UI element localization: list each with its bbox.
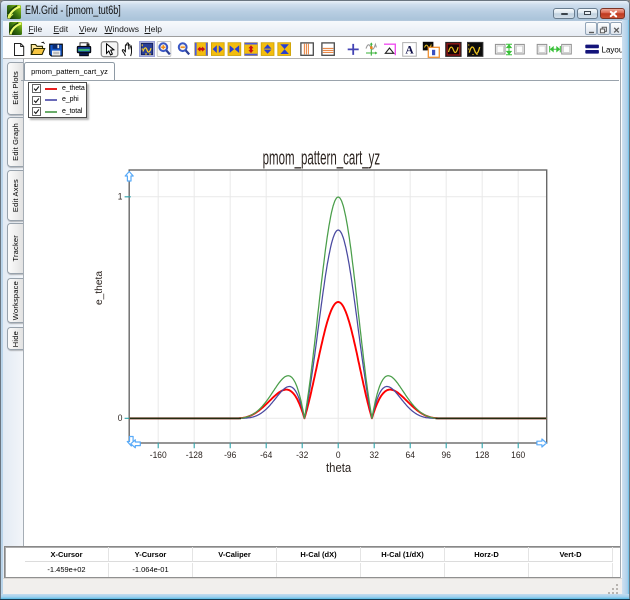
svg-text:96: 96 — [442, 450, 451, 461]
svg-text:1: 1 — [118, 191, 123, 202]
svg-text:theta: theta — [326, 460, 351, 475]
svg-text:64: 64 — [406, 450, 415, 461]
svg-text:160: 160 — [511, 450, 525, 461]
svg-text:-96: -96 — [224, 450, 236, 461]
svg-text:-32: -32 — [296, 450, 308, 461]
svg-text:A: A — [405, 45, 414, 57]
svg-text:pmom_pattern_cart_yz: pmom_pattern_cart_yz — [263, 147, 380, 169]
svg-text:-64: -64 — [260, 450, 272, 461]
svg-text:-160: -160 — [150, 450, 167, 461]
svg-text:-128: -128 — [186, 450, 203, 461]
svg-text:0: 0 — [336, 450, 341, 461]
svg-text:e_theta: e_theta — [94, 271, 105, 305]
svg-text:32: 32 — [370, 450, 379, 461]
svg-text:128: 128 — [475, 450, 489, 461]
svg-text:0: 0 — [118, 413, 123, 424]
